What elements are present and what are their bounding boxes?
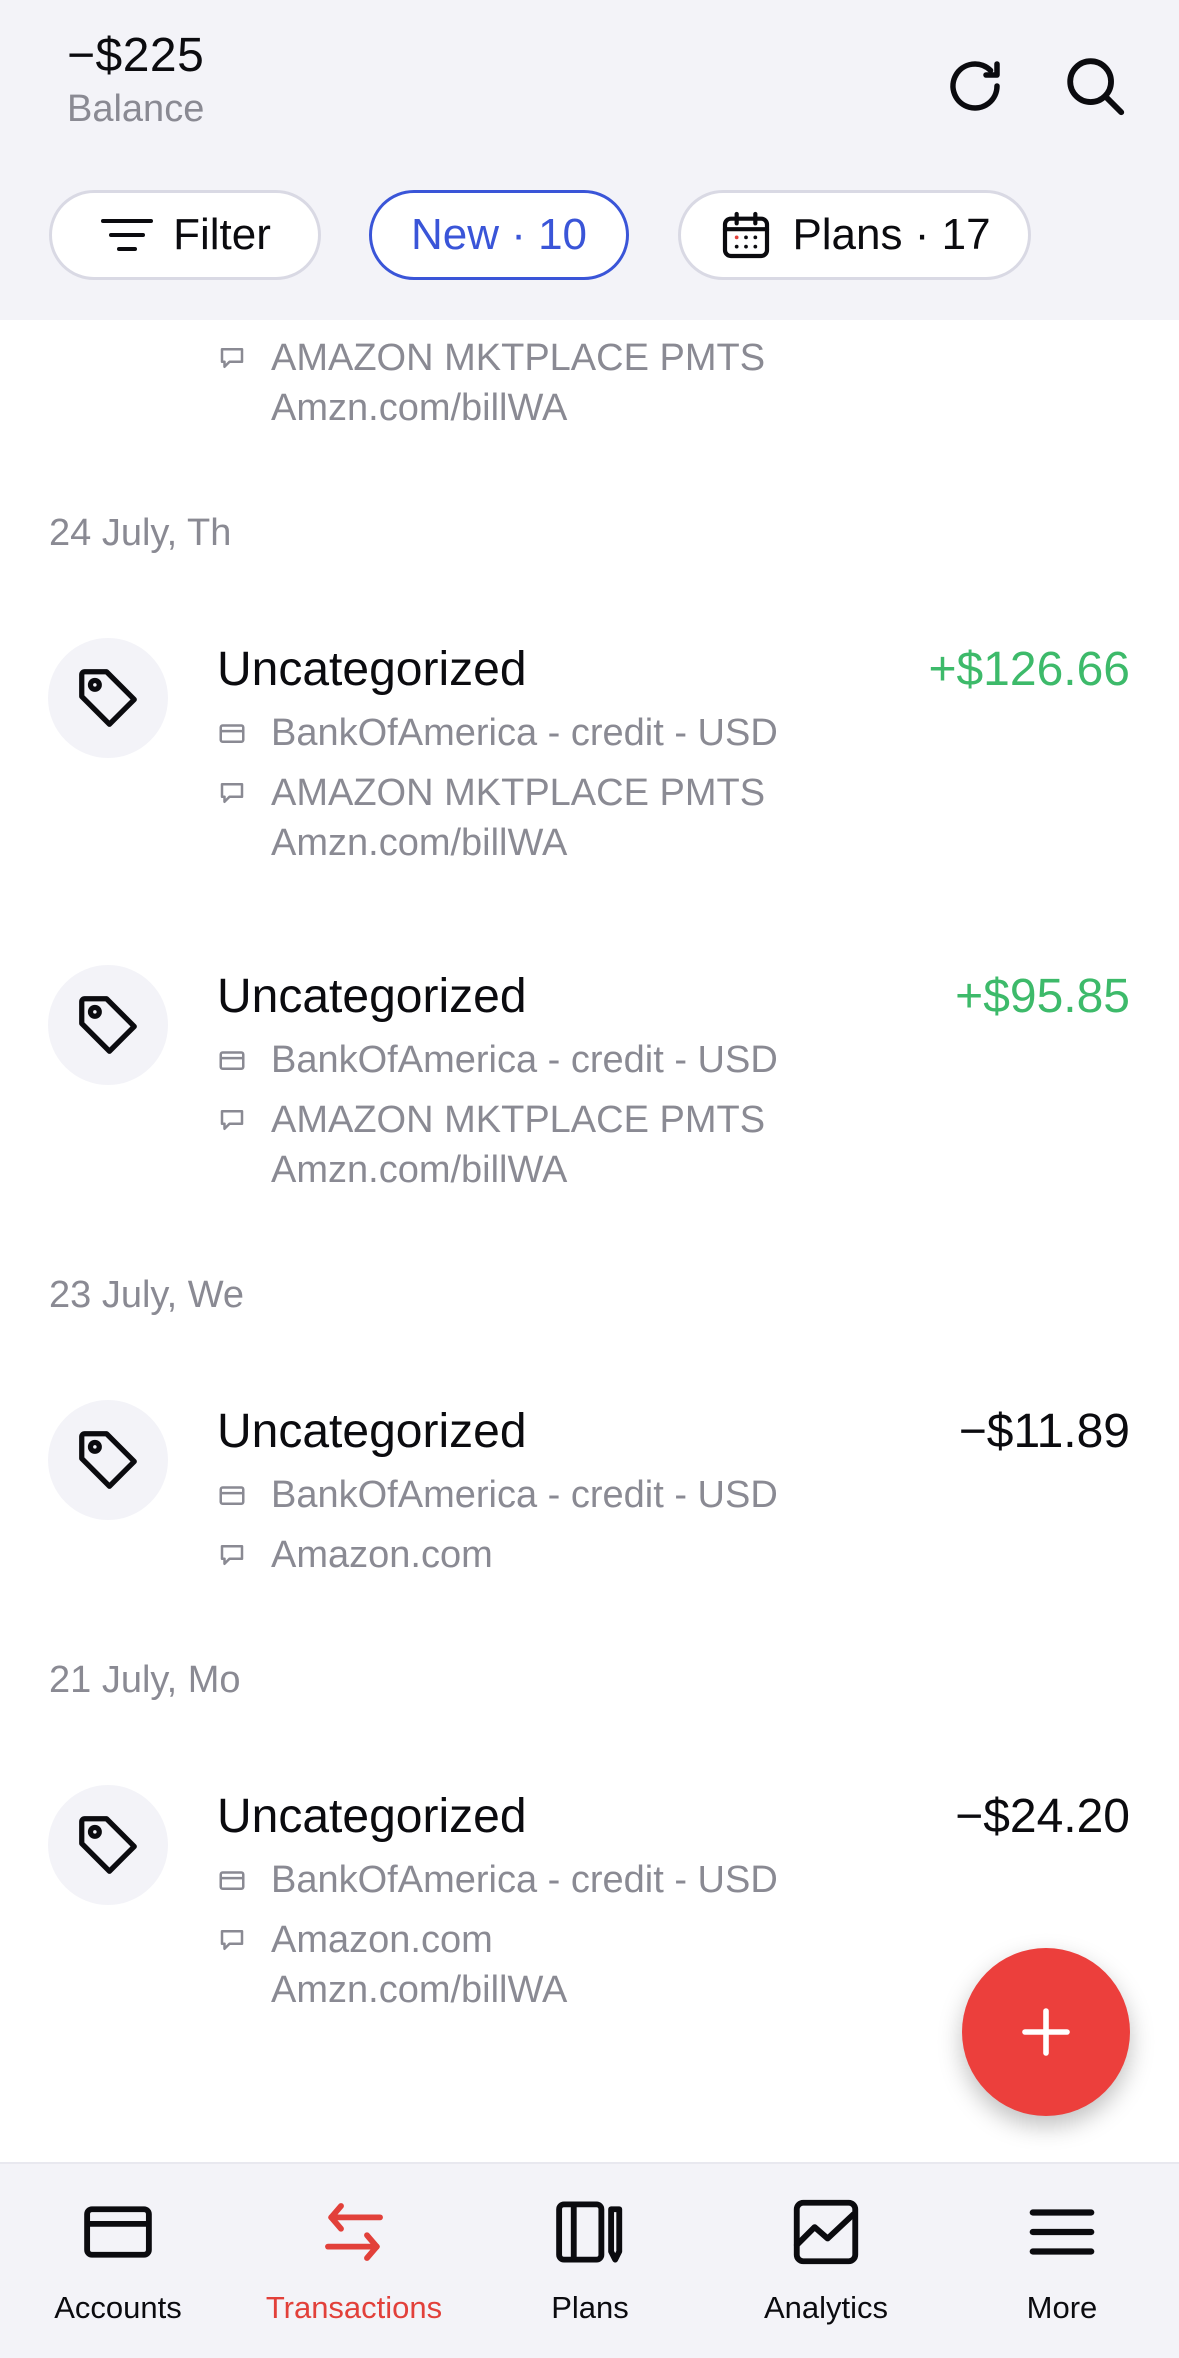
transaction-row[interactable]: Uncategorized +$95.85 BankOfAmerica - cr…	[0, 965, 1179, 1205]
tab-more-label: More	[1026, 2290, 1098, 2325]
balance-amount: −$225	[67, 29, 205, 82]
transaction-amount: +$95.85	[955, 970, 1130, 1023]
new-chip-label: New · 10	[410, 210, 588, 259]
date-header: 23 July, We	[49, 1274, 245, 1316]
tab-bar: Accounts Transactions Plans Analytics Mo…	[0, 2162, 1179, 2358]
new-chip[interactable]: New · 10	[369, 190, 629, 280]
planner-icon	[556, 2201, 623, 2263]
tab-analytics[interactable]: Analytics	[708, 2164, 944, 2358]
tab-plans-label: Plans	[551, 2290, 629, 2325]
tag-icon	[48, 1400, 168, 1520]
transaction-note: Amazon.com	[217, 1915, 493, 1965]
card-icon	[219, 1486, 245, 1505]
transaction-note: AMAZON MKTPLACE PMTS	[217, 768, 765, 818]
transaction-amount: −$11.89	[958, 1405, 1130, 1458]
transaction-category: Uncategorized	[217, 1790, 527, 1843]
add-transaction-button[interactable]	[962, 1948, 1130, 2116]
filter-chip-label: Filter	[173, 210, 271, 259]
card-icon	[219, 724, 245, 743]
header: −$225 Balance Filter New · 10 Plans · 17	[0, 0, 1179, 320]
partial-note: AMAZON MKTPLACE PMTS	[217, 333, 765, 383]
tab-transactions[interactable]: Transactions	[236, 2164, 472, 2358]
transfer-arrows-icon	[325, 2203, 383, 2261]
transaction-note: AMAZON MKTPLACE PMTS	[217, 1095, 765, 1145]
filter-icon	[101, 219, 154, 251]
date-header: 24 July, Th	[49, 512, 232, 554]
transaction-note-line2: Amzn.com/billWA	[271, 1149, 568, 1191]
transaction-amount: −$24.20	[955, 1790, 1130, 1843]
transaction-account: BankOfAmerica - credit - USD	[217, 1855, 778, 1905]
tab-accounts[interactable]: Accounts	[0, 2164, 236, 2358]
transaction-note: Amazon.com	[217, 1530, 493, 1580]
tab-accounts-label: Accounts	[54, 2290, 182, 2325]
plans-chip-label: Plans · 17	[792, 210, 991, 259]
card-icon	[219, 1051, 245, 1070]
tag-icon	[48, 1785, 168, 1905]
tab-transactions-label: Transactions	[265, 2290, 443, 2325]
transaction-account: BankOfAmerica - credit - USD	[217, 1035, 778, 1085]
transaction-note-line2: Amzn.com/billWA	[271, 822, 568, 864]
transaction-row[interactable]: Uncategorized +$126.66 BankOfAmerica - c…	[0, 638, 1179, 878]
comment-icon	[220, 783, 244, 803]
plus-icon	[1022, 2008, 1070, 2056]
card-icon	[219, 1871, 245, 1890]
refresh-icon[interactable]	[935, 46, 1015, 126]
transaction-note-line2: Amzn.com/billWA	[271, 1969, 568, 2011]
partial-note-line2: Amzn.com/billWA	[271, 387, 568, 429]
search-icon[interactable]	[1055, 46, 1135, 126]
transaction-amount: +$126.66	[928, 643, 1130, 696]
transaction-account: BankOfAmerica - credit - USD	[217, 1470, 778, 1520]
transaction-category: Uncategorized	[217, 970, 527, 1023]
comment-icon	[220, 1930, 244, 1950]
comment-icon	[220, 1110, 244, 1130]
transaction-category: Uncategorized	[217, 643, 527, 696]
comment-icon	[220, 348, 244, 368]
transaction-category: Uncategorized	[217, 1405, 527, 1458]
tab-analytics-label: Analytics	[763, 2290, 889, 2325]
plans-chip[interactable]: Plans · 17	[678, 190, 1031, 280]
tag-icon	[48, 965, 168, 1085]
tab-plans[interactable]: Plans	[472, 2164, 708, 2358]
chart-line-icon	[793, 2199, 859, 2265]
tag-icon	[48, 638, 168, 758]
transaction-row[interactable]: Uncategorized −$11.89 BankOfAmerica - cr…	[0, 1400, 1179, 1580]
wallet-card-icon	[84, 2206, 152, 2258]
transaction-account: BankOfAmerica - credit - USD	[217, 708, 778, 758]
date-header: 21 July, Mo	[49, 1659, 241, 1701]
balance-label: Balance	[67, 88, 205, 130]
filter-chip[interactable]: Filter	[49, 190, 321, 280]
comment-icon	[220, 1545, 244, 1565]
calendar-icon	[723, 211, 770, 259]
menu-icon	[1029, 2209, 1095, 2255]
tab-more[interactable]: More	[944, 2164, 1179, 2358]
